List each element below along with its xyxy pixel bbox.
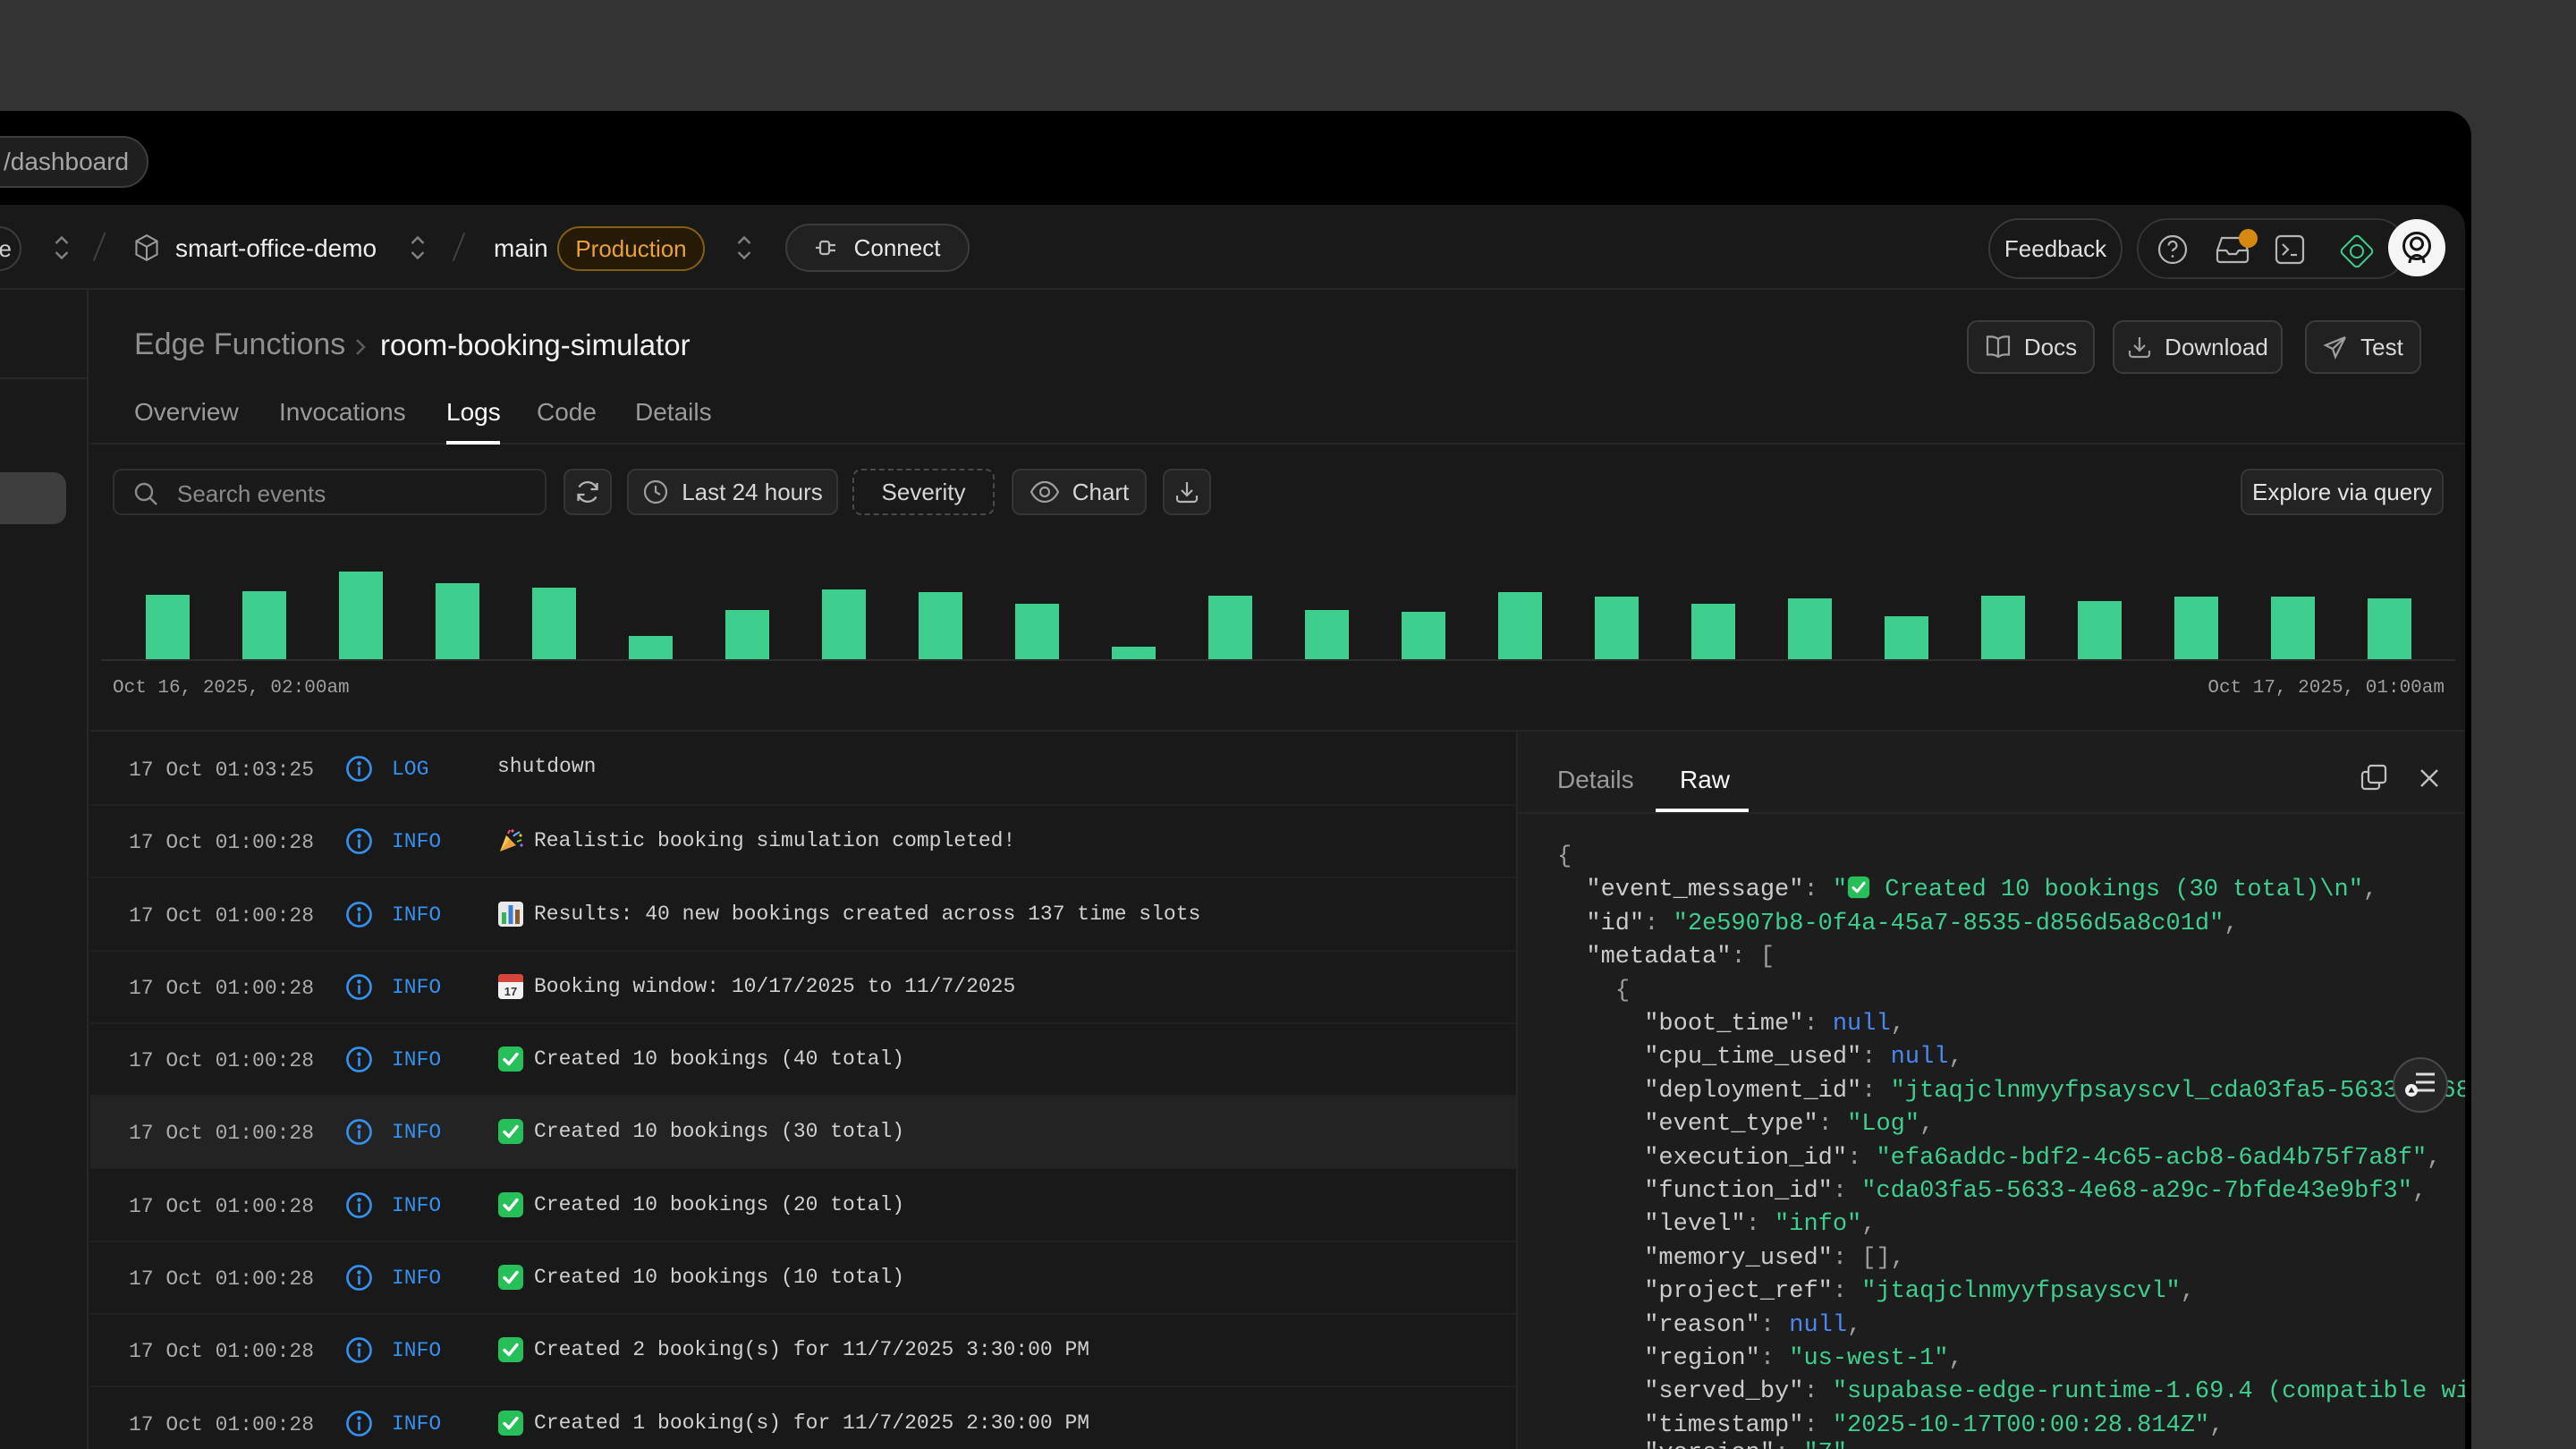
svg-text:17: 17 xyxy=(504,985,517,998)
